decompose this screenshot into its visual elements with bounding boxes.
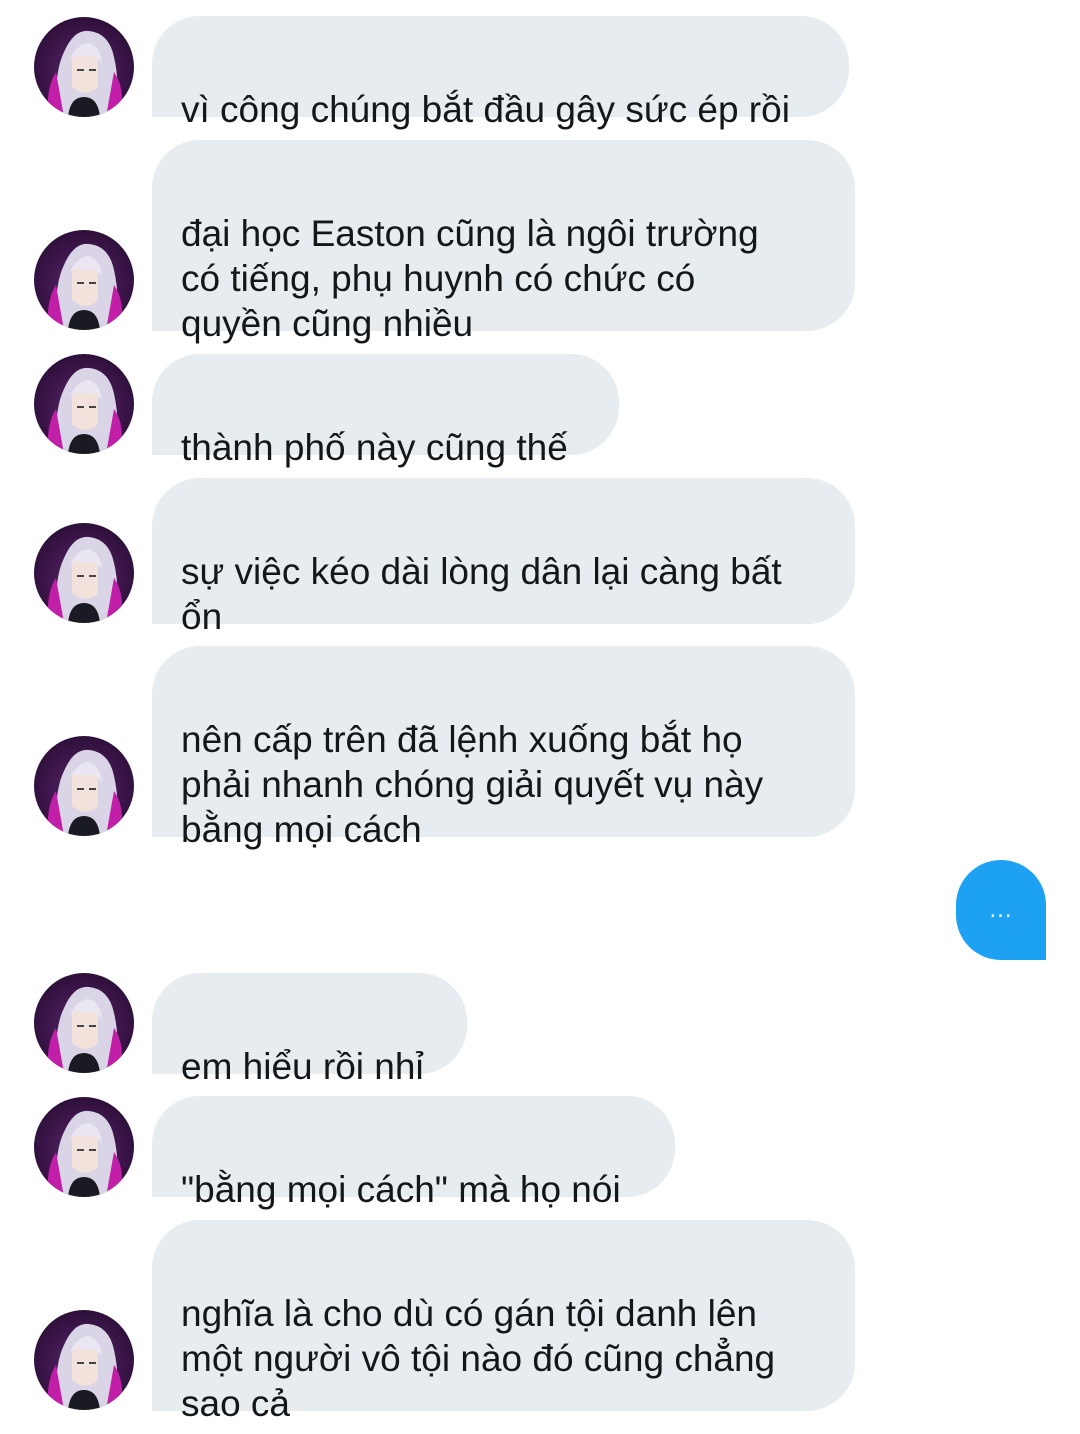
avatar-icon [47,1110,122,1197]
avatar[interactable] [34,354,134,454]
message-text: em hiểu rồi nhỉ [181,1046,424,1087]
avatar-icon [47,243,122,330]
avatar-icon [47,367,122,454]
message-text: "bằng mọi cách" mà họ nói [181,1169,621,1210]
avatar[interactable] [34,230,134,330]
message-bubble: nên cấp trên đã lệnh xuống bắt họ phải n… [152,646,855,850]
avatar[interactable] [34,1310,134,1410]
message-text: nên cấp trên đã lệnh xuống bắt họ phải n… [181,719,764,850]
message-text: đại học Easton cũng là ngôi trường có ti… [181,213,759,344]
avatar[interactable] [34,1097,134,1197]
message-bubble: thành phố này cũng thế [152,354,619,468]
avatar-icon [47,1323,122,1410]
avatar-icon [47,536,122,623]
avatar[interactable] [34,523,134,623]
message-text: nghĩa là cho dù có gán tội danh lên một … [181,1293,776,1424]
message-text: thành phố này cũng thế [181,427,568,468]
sent-message-text: ... [989,896,1013,923]
avatar[interactable] [34,973,134,1073]
avatar-icon [47,30,122,117]
message-bubble: "bằng mọi cách" mà họ nói [152,1096,675,1210]
message-bubble: sự việc kéo dài lòng dân lại càng bất ổn [152,478,855,637]
message-bubble: em hiểu rồi nhỉ [152,973,467,1087]
avatar-icon [47,986,122,1073]
message-bubble: đại học Easton cũng là ngôi trường có ti… [152,140,855,344]
avatar[interactable] [34,736,134,836]
message-text: vì công chúng bắt đầu gây sức ép rồi [181,89,790,130]
avatar[interactable] [34,17,134,117]
avatar-icon [47,749,122,836]
message-text: sự việc kéo dài lòng dân lại càng bất ổn [181,551,782,637]
message-bubble: vì công chúng bắt đầu gây sức ép rồi [152,16,849,130]
message-bubble: nghĩa là cho dù có gán tội danh lên một … [152,1220,855,1424]
sent-message-bubble: ... [956,860,1046,960]
